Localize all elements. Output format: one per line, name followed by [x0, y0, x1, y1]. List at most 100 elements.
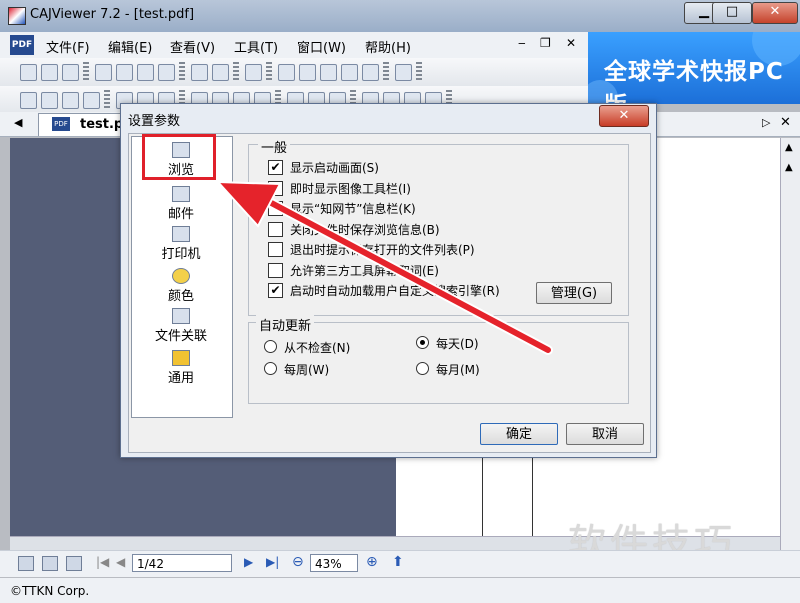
- menu-view[interactable]: 查看(V): [170, 37, 215, 56]
- print-icon[interactable]: [62, 64, 79, 81]
- continuous-view-icon[interactable]: [42, 556, 58, 571]
- category-file-association[interactable]: 文件关联: [131, 308, 231, 344]
- general-option-label: 关闭文件时保存浏览信息(B): [290, 222, 440, 237]
- toolbar-separator: [416, 62, 422, 82]
- zoom-in-icon[interactable]: ⊕: [366, 554, 378, 570]
- auto-update-label: 每月(M): [436, 363, 480, 377]
- close-button[interactable]: ✕: [752, 2, 798, 24]
- general-option-checkbox[interactable]: [268, 262, 283, 278]
- menu-tools[interactable]: 工具(T): [234, 37, 278, 56]
- last-page-icon[interactable]: ▶|: [266, 555, 279, 569]
- category-printer[interactable]: 打印机: [131, 226, 231, 262]
- auto-update-radio[interactable]: [264, 362, 277, 375]
- first-page-icon[interactable]: |◀: [96, 555, 109, 569]
- ok-button[interactable]: 确定: [480, 423, 558, 445]
- single-page-icon[interactable]: [95, 64, 112, 81]
- general-option-label: 即时显示图像工具栏(I): [290, 181, 411, 196]
- auto-update-label: 从不检查(N): [284, 341, 351, 355]
- actual-size-icon[interactable]: [320, 64, 337, 81]
- tab-scroll-right-icon[interactable]: ▷: [762, 116, 770, 129]
- general-option-checkbox[interactable]: [268, 180, 283, 196]
- menu-file[interactable]: 文件(F): [46, 37, 90, 56]
- select-icon[interactable]: [41, 92, 58, 109]
- toolbar-separator: [266, 62, 272, 82]
- next-page-icon[interactable]: ▶: [244, 555, 253, 569]
- pdf-logo-icon: PDF: [10, 35, 34, 55]
- cancel-button[interactable]: 取消: [566, 423, 644, 445]
- category-label: 打印机: [161, 247, 201, 262]
- mail-icon: [172, 186, 190, 202]
- menu-help[interactable]: 帮助(H): [365, 37, 411, 56]
- file-association-icon: [172, 308, 190, 324]
- mdi-minimize-button[interactable]: ‒: [518, 36, 526, 50]
- auto-update-group-title: 自动更新: [256, 315, 315, 334]
- auto-update-label: 每周(W): [284, 363, 330, 377]
- facing-icon[interactable]: [137, 64, 154, 81]
- maximize-button[interactable]: □: [712, 2, 752, 24]
- tab-close-icon[interactable]: ✕: [780, 115, 791, 130]
- general-option-checkbox[interactable]: [268, 242, 283, 257]
- mdi-close-button[interactable]: ✕: [566, 36, 576, 50]
- palette-icon: [172, 268, 190, 284]
- continuous-icon[interactable]: [116, 64, 133, 81]
- scroll-up-icon[interactable]: ▲: [785, 142, 793, 153]
- open-icon[interactable]: [20, 64, 37, 81]
- general-option-checkbox[interactable]: [268, 201, 283, 216]
- toolbar-separator: [83, 62, 89, 82]
- rotate-icon[interactable]: [191, 64, 208, 81]
- hand-tool-icon[interactable]: [20, 92, 37, 109]
- image-select-icon[interactable]: [83, 92, 100, 109]
- zoom-out-icon[interactable]: ⊖: [292, 554, 304, 570]
- general-option-label: 退出时提示保存打开的文件列表(P): [290, 243, 475, 257]
- auto-update-radio[interactable]: [416, 362, 429, 375]
- general-option-checkbox[interactable]: ✔: [268, 283, 283, 298]
- status-bar: [0, 578, 800, 603]
- toolbar-separator: [104, 90, 110, 110]
- general-group-title: 一般: [258, 137, 291, 156]
- general-option-label: 显示启动画面(S): [290, 161, 379, 175]
- category-label: 邮件: [167, 207, 194, 222]
- facing-view-icon[interactable]: [66, 556, 82, 571]
- general-option-checkbox[interactable]: ✔: [268, 160, 283, 175]
- auto-update-radio[interactable]: [416, 336, 429, 349]
- general-option-label: 启动时自动加载用户自定义搜索引擎(R): [290, 284, 500, 298]
- toolbar-separator: [383, 62, 389, 82]
- category-label: 通用: [167, 371, 194, 386]
- single-page-view-icon[interactable]: [18, 556, 34, 571]
- manage-button[interactable]: 管理(G): [536, 282, 612, 304]
- category-mail[interactable]: 邮件: [131, 186, 231, 222]
- tab-scroll-left-icon[interactable]: ◀: [14, 116, 22, 129]
- mdi-restore-button[interactable]: ❐: [540, 36, 551, 50]
- menu-edit[interactable]: 编辑(E): [108, 37, 152, 56]
- auto-update-radio[interactable]: [264, 340, 277, 353]
- dialog-title: 设置参数: [128, 114, 181, 129]
- zoom-out-tool-icon[interactable]: [341, 64, 358, 81]
- zoom-input[interactable]: 43%: [310, 554, 358, 572]
- general-option-label: 显示“知网节”信息栏(K): [290, 202, 416, 216]
- prev-view-icon[interactable]: [395, 64, 412, 81]
- dialog-close-button[interactable]: ✕: [599, 105, 649, 127]
- vertical-scrollbar[interactable]: ▲ ▲: [780, 138, 800, 550]
- general-option-label: 允许第三方工具屏幕取词(E): [290, 263, 439, 278]
- fullscreen-icon[interactable]: [245, 64, 262, 81]
- pdf-file-icon: PDF: [52, 117, 70, 131]
- page-number-input[interactable]: 1/42: [132, 554, 232, 572]
- category-color[interactable]: 颜色: [131, 268, 231, 304]
- text-select-icon[interactable]: [62, 92, 79, 109]
- zoom-in-tool-icon[interactable]: [362, 64, 379, 81]
- scroll-top-icon[interactable]: ⬆: [392, 554, 404, 570]
- fit-width-icon[interactable]: [299, 64, 316, 81]
- multi-page-icon[interactable]: [158, 64, 175, 81]
- toolbar-separator: [233, 62, 239, 82]
- prev-page-icon[interactable]: ◀: [116, 555, 125, 569]
- fit-page-icon[interactable]: [278, 64, 295, 81]
- scroll-up-fast-icon[interactable]: ▲: [785, 162, 793, 173]
- toolbar-separator: [179, 62, 185, 82]
- page-layout-icon[interactable]: [212, 64, 229, 81]
- category-general[interactable]: 通用: [131, 350, 231, 386]
- auto-update-label: 每天(D): [436, 337, 479, 351]
- menu-window[interactable]: 窗口(W): [297, 37, 346, 56]
- general-option-checkbox[interactable]: [268, 221, 283, 237]
- save-icon[interactable]: [41, 64, 58, 81]
- app-icon: [8, 7, 26, 25]
